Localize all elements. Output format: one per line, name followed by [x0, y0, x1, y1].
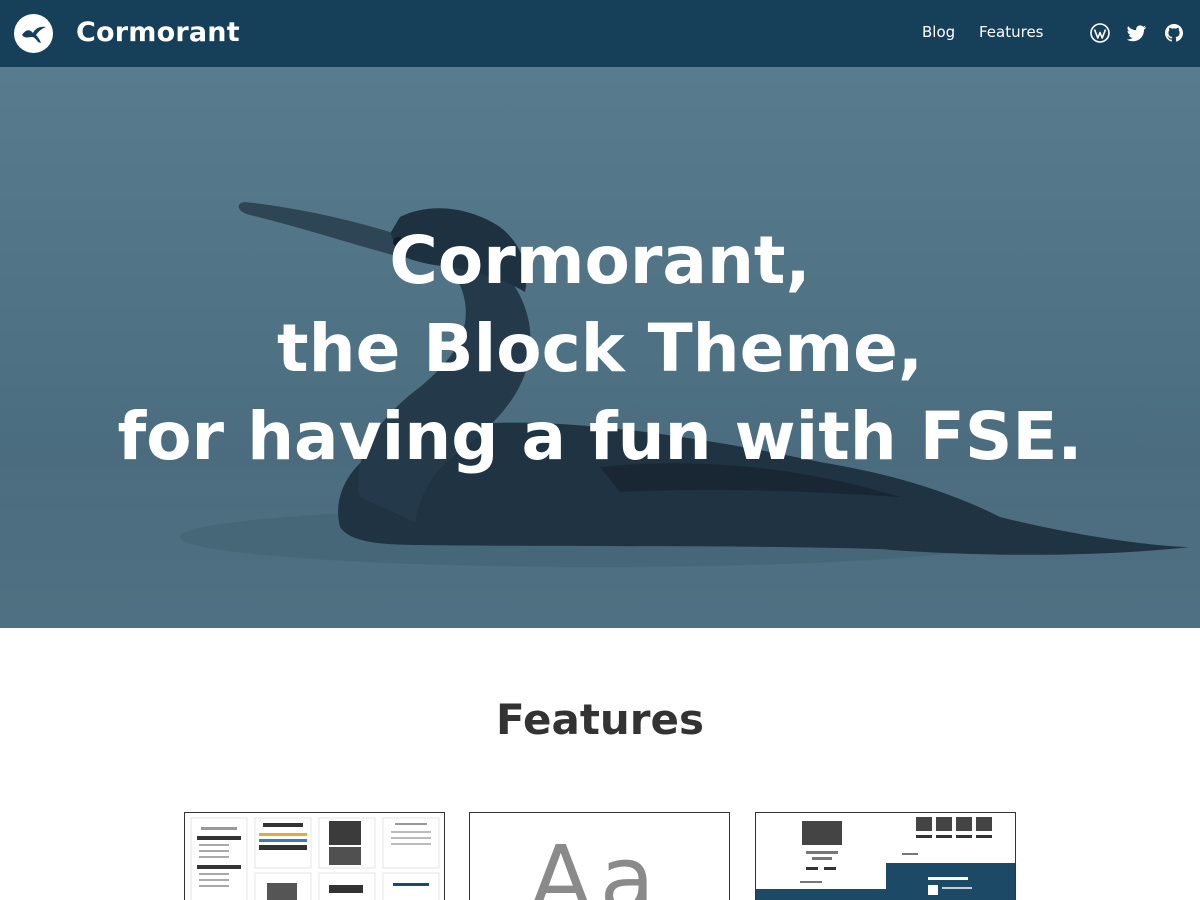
site-header: Cormorant Blog Features: [0, 0, 1200, 67]
site-logo[interactable]: [14, 14, 53, 53]
cormorant-logo-icon: [21, 26, 46, 43]
hero-heading-line-2: the Block Theme,: [277, 310, 923, 387]
feature-card-patterns[interactable]: [755, 812, 1016, 900]
github-icon[interactable]: [1164, 23, 1184, 43]
nav-link-features[interactable]: Features: [979, 21, 1044, 43]
feature-card-blocks[interactable]: [184, 812, 445, 900]
hero-banner: Cormorant, the Block Theme, for having a…: [0, 67, 1200, 628]
hero-heading-line-3: for having a fun with FSE.: [117, 398, 1083, 475]
blocks-preview-thumbnail: [190, 817, 440, 900]
hero-heading-line-1: Cormorant,: [389, 222, 811, 299]
wordpress-icon[interactable]: [1090, 23, 1110, 43]
features-title: Features: [496, 695, 704, 744]
twitter-icon[interactable]: [1127, 23, 1147, 43]
patterns-preview-thumbnail: [756, 817, 1015, 900]
typography-sample-glyph: Aa: [530, 827, 663, 900]
site-title[interactable]: Cormorant: [76, 14, 240, 52]
nav-link-blog[interactable]: Blog: [922, 21, 955, 43]
hero-heading: Cormorant, the Block Theme, for having a…: [0, 217, 1200, 481]
feature-card-typography[interactable]: Aa: [469, 812, 730, 900]
